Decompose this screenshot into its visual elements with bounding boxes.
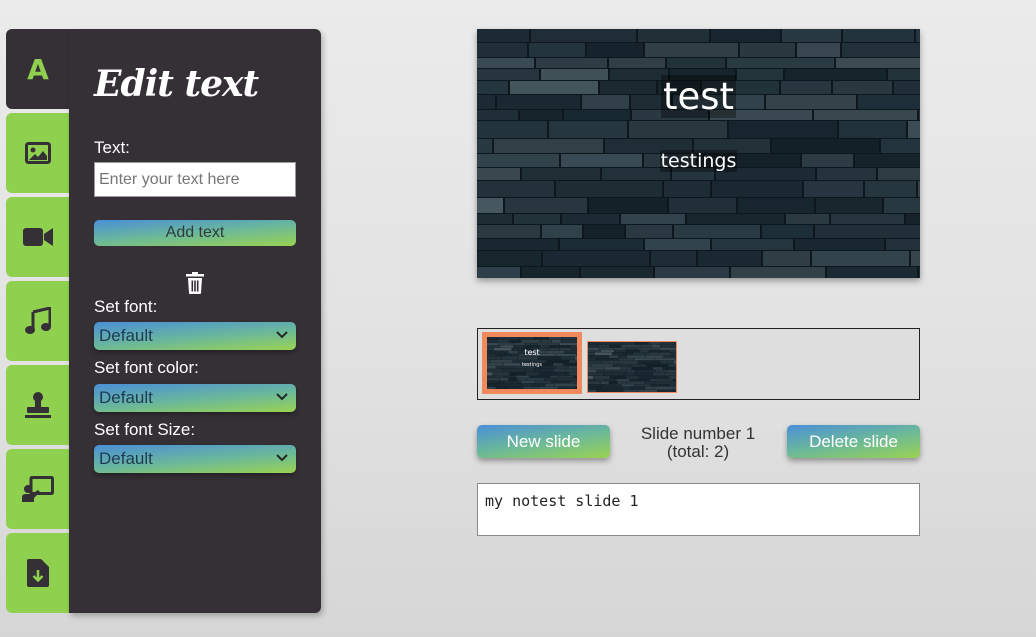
slide-subtitle-text[interactable]: testings	[477, 150, 920, 172]
slide-title-text[interactable]: test	[477, 75, 920, 118]
stamp-icon	[25, 392, 51, 418]
text-tab[interactable]: A	[6, 29, 70, 109]
font-size-label: Set font Size:	[94, 420, 196, 439]
edit-text-panel: Edit text Text: Add text Set font: Defau…	[69, 29, 321, 613]
font-size-select-value: Default	[99, 449, 153, 468]
thumbnail-background	[588, 342, 676, 392]
text-label: Text:	[94, 138, 130, 157]
video-tab[interactable]	[6, 197, 70, 277]
chevron-down-icon	[276, 393, 288, 401]
presenter-icon	[22, 476, 54, 502]
file-download-icon	[27, 559, 49, 587]
presenter-tab[interactable]	[6, 449, 70, 529]
font-select[interactable]: Default	[94, 322, 296, 350]
slide-preview[interactable]: test testings	[477, 29, 920, 278]
add-text-button[interactable]: Add text	[94, 220, 296, 246]
letter-a-icon: A	[27, 52, 49, 86]
font-color-select[interactable]: Default	[94, 384, 296, 412]
image-tab[interactable]	[6, 113, 70, 193]
music-tab[interactable]	[6, 281, 70, 361]
slide-thumbnail-strip: test testings	[477, 328, 920, 400]
slide-thumbnail-2[interactable]	[587, 341, 677, 393]
chevron-down-icon	[276, 454, 288, 462]
stamp-tab[interactable]	[6, 365, 70, 445]
trash-icon[interactable]	[185, 272, 205, 294]
font-color-label: Set font color:	[94, 358, 199, 377]
music-note-icon	[25, 307, 51, 334]
slide-total-text: (total: 2)	[666, 442, 730, 461]
slide-thumbnail-1[interactable]: test testings	[482, 332, 582, 394]
tool-tab-bar: A	[6, 29, 70, 613]
font-select-value: Default	[99, 326, 153, 345]
thumbnail-subtitle: testings	[522, 362, 542, 368]
panel-title: Edit text	[94, 63, 259, 105]
text-input[interactable]	[94, 162, 296, 197]
font-color-select-value: Default	[99, 388, 153, 407]
video-camera-icon	[23, 228, 53, 246]
font-label: Set font:	[94, 297, 158, 316]
delete-slide-button[interactable]: Delete slide	[787, 425, 920, 458]
thumbnail-title: test	[524, 348, 540, 357]
slide-number-text: Slide number 1	[640, 424, 756, 443]
export-tab[interactable]	[6, 533, 70, 613]
font-size-select[interactable]: Default	[94, 445, 296, 473]
slide-notes-textarea[interactable]	[477, 483, 920, 536]
chevron-down-icon	[276, 331, 288, 339]
image-icon	[25, 142, 51, 164]
new-slide-button[interactable]: New slide	[477, 425, 610, 458]
slide-number-indicator: Slide number 1 (total: 2)	[612, 425, 784, 461]
